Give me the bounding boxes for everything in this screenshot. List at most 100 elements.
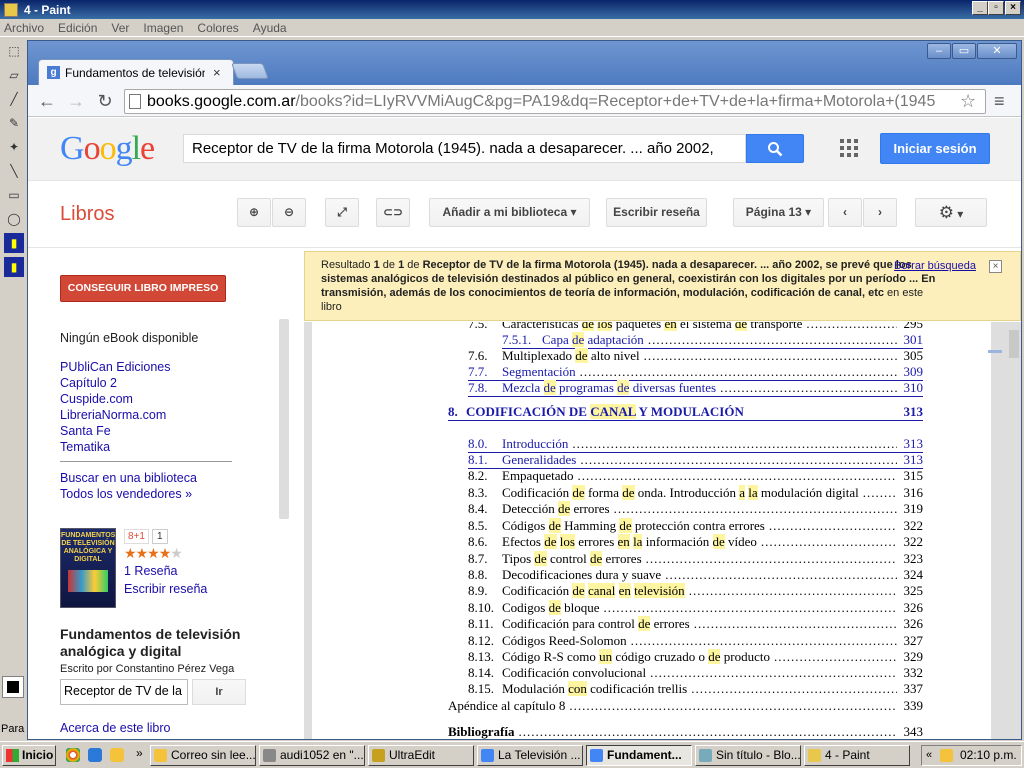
chrome-maximize-button[interactable]: ▭ bbox=[952, 43, 976, 59]
new-tab-button[interactable] bbox=[231, 63, 269, 79]
paint-restore-button[interactable]: ▫ bbox=[988, 1, 1004, 15]
quicklaunch-app-icon[interactable] bbox=[110, 748, 124, 762]
paint-menu-edicion[interactable]: Edición bbox=[58, 21, 97, 35]
toc-entry[interactable]: 7.8. Mezcla de programas de diversas fuen… bbox=[312, 380, 991, 397]
bookmark-star-icon[interactable]: ☆ bbox=[960, 91, 976, 112]
zoom-in-button[interactable]: ⊕ bbox=[237, 198, 271, 227]
toc-entry[interactable]: 7.5.1. Capa de adaptación 301.............… bbox=[312, 332, 991, 349]
fullscreen-button[interactable]: ⤢ bbox=[325, 198, 359, 227]
next-page-button[interactable]: › bbox=[863, 198, 897, 227]
add-to-library-button[interactable]: Añadir a mi biblioteca ▾ bbox=[429, 198, 590, 227]
sign-in-button[interactable]: Iniciar sesión bbox=[880, 133, 990, 164]
taskbar-item-fundamentos[interactable]: Fundament... bbox=[586, 745, 692, 766]
reviews-link[interactable]: 1 Reseña bbox=[124, 564, 178, 578]
airbrush-icon[interactable]: ✦ bbox=[3, 136, 25, 158]
toc-entry[interactable]: 8. CODIFICACIÓN DE CANAL Y MODULACIÓN 313 bbox=[312, 404, 991, 421]
paint-close-button[interactable]: × bbox=[1005, 1, 1021, 15]
toc-entry[interactable]: 8.0. Introducción 313.....................… bbox=[312, 436, 991, 453]
chrome-quicklaunch-icon[interactable] bbox=[66, 748, 80, 762]
paint-menu-colores[interactable]: Colores bbox=[197, 21, 238, 35]
start-button[interactable]: Inicio bbox=[2, 745, 56, 766]
color-picker-icon[interactable]: ╱ bbox=[3, 88, 25, 110]
taskbar-item-television[interactable]: La Televisión ... bbox=[477, 745, 583, 766]
toc-entry: 8.13. Código R-S como un código cruzado o… bbox=[312, 649, 991, 665]
link-button[interactable]: ⊂⊃ bbox=[376, 198, 410, 227]
quicklaunch-more-icon[interactable]: » bbox=[136, 746, 143, 760]
ie-quicklaunch-icon[interactable] bbox=[88, 748, 102, 762]
line-icon[interactable]: ╲ bbox=[3, 160, 25, 182]
in-book-search-input[interactable]: Receptor de TV de la bbox=[60, 679, 188, 705]
add-to-library-label: Añadir a mi biblioteca bbox=[442, 205, 568, 219]
seller-link-capitulo2[interactable]: Capítulo 2 bbox=[60, 376, 117, 390]
toc-entry: 8.7. Tipos de control de errores 323......… bbox=[312, 551, 991, 567]
google-search-input[interactable]: Receptor de TV de la firma Motorola (194… bbox=[183, 134, 746, 163]
seller-link-santafe[interactable]: Santa Fe bbox=[60, 424, 111, 438]
ellipse-icon[interactable]: ◯ bbox=[3, 208, 25, 230]
paint-menu-archivo[interactable]: Archivo bbox=[4, 21, 44, 35]
toc-number: 7.8. bbox=[468, 380, 488, 395]
paint-menu-imagen[interactable]: Imagen bbox=[143, 21, 183, 35]
toc-entry[interactable]: 8.1. Generalidades 313....................… bbox=[312, 452, 991, 469]
google-plus-button[interactable]: 8+1 bbox=[124, 529, 149, 544]
seller-link-tematika[interactable]: Tematika bbox=[60, 440, 110, 454]
chrome-minimize-button[interactable]: – bbox=[927, 43, 951, 59]
tray-app-icon[interactable] bbox=[940, 749, 953, 762]
address-bar[interactable]: books.google.com.ar/books?id=LIyRVVMiAug… bbox=[124, 89, 986, 114]
paint-current-color[interactable] bbox=[2, 676, 24, 698]
tab-close-icon[interactable]: × bbox=[213, 65, 221, 80]
buy-print-book-button[interactable]: CONSEGUIR LIBRO IMPRESO bbox=[60, 275, 226, 302]
page-selector-button[interactable]: Página 13 ▾ bbox=[733, 198, 824, 227]
reload-icon[interactable]: ↻ bbox=[94, 90, 116, 112]
pencil-icon[interactable]: ✎ bbox=[3, 112, 25, 134]
search-button[interactable] bbox=[746, 134, 804, 163]
taskbar-item-ultraedit[interactable]: UltraEdit bbox=[368, 745, 474, 766]
toc-number: 7.5.1. bbox=[502, 332, 532, 347]
taskbar-item-paint[interactable]: 4 - Paint bbox=[804, 745, 910, 766]
toc-number: 8.11. bbox=[468, 616, 494, 631]
seller-link-publican[interactable]: PUbliCan Ediciones bbox=[60, 360, 170, 374]
apps-grid-icon[interactable] bbox=[840, 139, 858, 157]
toc-dot-leader: ........................................… bbox=[643, 348, 897, 363]
previous-page-button[interactable]: ‹ bbox=[828, 198, 862, 227]
eraser-icon[interactable]: ▱ bbox=[3, 64, 25, 86]
viewer-scrollbar[interactable] bbox=[1009, 330, 1019, 358]
toc-dot-leader: ........................................… bbox=[603, 600, 897, 615]
chrome-close-button[interactable]: ✕ bbox=[977, 43, 1017, 59]
chrome-menu-icon[interactable]: ≡ bbox=[994, 91, 1005, 112]
tray-expand-icon[interactable]: « bbox=[926, 746, 932, 765]
about-book-link[interactable]: Acerca de este libro bbox=[60, 721, 170, 735]
toc-entry[interactable]: 7.7. Segmentación 309.....................… bbox=[312, 364, 991, 381]
all-sellers-link[interactable]: Todos los vendedores » bbox=[60, 487, 192, 501]
zoom-out-button[interactable]: ⊖ bbox=[272, 198, 306, 227]
forward-arrow-icon[interactable]: → bbox=[65, 90, 87, 112]
fill-style-icon[interactable]: ▮ bbox=[3, 232, 25, 254]
fill-style-alt-icon[interactable]: ▮ bbox=[3, 256, 25, 278]
clear-search-link[interactable]: Borrar búsqueda bbox=[894, 259, 976, 273]
google-logo[interactable]: Google bbox=[60, 130, 155, 168]
free-select-icon[interactable]: ⬚ bbox=[3, 40, 25, 62]
close-icon[interactable]: × bbox=[989, 260, 1002, 273]
toc-number: 8.8. bbox=[468, 567, 488, 582]
paint-menu-ayuda[interactable]: Ayuda bbox=[253, 21, 287, 35]
settings-button[interactable]: ⚙ ▾ bbox=[915, 198, 987, 227]
go-button[interactable]: Ir bbox=[192, 679, 246, 705]
taskbar-item-correo[interactable]: Correo sin lee... bbox=[150, 745, 256, 766]
paint-minimize-button[interactable]: _ bbox=[972, 1, 988, 15]
sidebar-scrollbar[interactable] bbox=[279, 319, 289, 519]
write-review-link[interactable]: Escribir reseña bbox=[124, 582, 207, 596]
chevron-right-icon: › bbox=[878, 205, 882, 219]
seller-link-cuspide[interactable]: Cuspide.com bbox=[60, 392, 133, 406]
libros-title[interactable]: Libros bbox=[60, 203, 114, 226]
taskbar-item-audi[interactable]: audi1052 en "... bbox=[259, 745, 365, 766]
rectangle-icon[interactable]: ▭ bbox=[3, 184, 25, 206]
back-arrow-icon[interactable]: ← bbox=[36, 90, 58, 112]
book-cover-image[interactable]: FUNDAMENTOS DE TELEVISIÓN ANALÓGICA Y DI… bbox=[60, 528, 116, 608]
write-review-button[interactable]: Escribir reseña bbox=[606, 198, 707, 227]
seller-link-norma[interactable]: LibreriaNorma.com bbox=[60, 408, 166, 422]
browser-tab[interactable]: g Fundamentos de televisión a × bbox=[38, 59, 234, 85]
find-library-link[interactable]: Buscar en una biblioteca bbox=[60, 471, 197, 485]
toc-entry: 7.5. Características de los paquetes en e… bbox=[312, 322, 991, 332]
paint-menu-ver[interactable]: Ver bbox=[111, 21, 129, 35]
toc-title: Detección de errores bbox=[502, 501, 610, 516]
taskbar-item-notepad[interactable]: Sin título - Blo... bbox=[695, 745, 801, 766]
